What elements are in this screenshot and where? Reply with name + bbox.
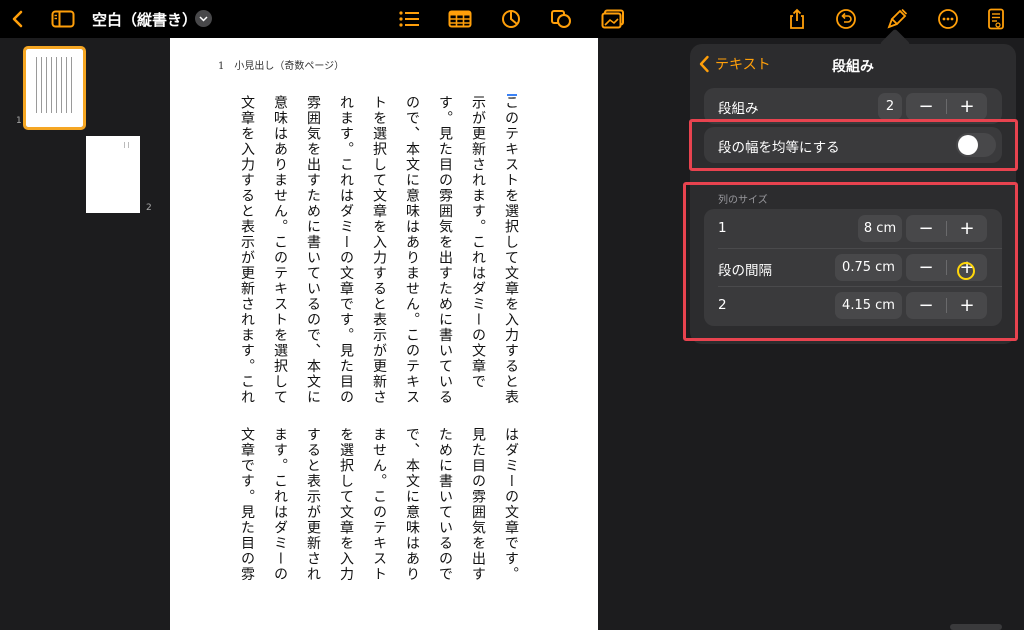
page-number-2: 2 (146, 203, 152, 213)
text-column[interactable]: 見た目の雰囲気を出す (461, 427, 494, 597)
document-page[interactable]: 1 小見出し（奇数ページ） このテキストを選択して文章を入力すると表 示が更新さ… (170, 38, 598, 630)
chevron-left-icon (699, 55, 709, 73)
reader-icon[interactable] (984, 0, 1008, 38)
sidebar-icon[interactable] (50, 0, 76, 38)
popover-title: 段組み (832, 59, 874, 75)
text-column[interactable]: トを選択して文章を入力すると表示が更新さ (362, 95, 395, 407)
shapes-icon[interactable] (548, 0, 574, 38)
page-thumbnail-2[interactable] (86, 136, 140, 213)
text-column[interactable]: れます。これはダミーの文章です。見た目の (329, 95, 362, 407)
text-column[interactable]: ために書いているので (428, 427, 461, 597)
page-thumbnail-sidebar: 1 2 (0, 38, 170, 630)
list-icon[interactable] (396, 0, 422, 38)
text-column[interactable]: 意味はありません。このテキストを選択して (263, 95, 296, 407)
back-chevron-icon[interactable] (6, 0, 28, 38)
text-column[interactable]: ので、本文に意味はありません。このテキス (395, 95, 428, 407)
back-label: テキスト (715, 57, 771, 73)
back-to-text-button[interactable]: テキスト (698, 54, 771, 74)
text-column[interactable]: すると表示が更新され (296, 427, 329, 597)
document-title[interactable]: 空白（縦書き） (92, 9, 197, 30)
text-column[interactable]: このテキストを選択して文章を入力すると表 (494, 95, 527, 407)
text-column[interactable]: ます。これはダミーの (263, 427, 296, 597)
text-column[interactable]: で、本文に意味はあり (395, 427, 428, 597)
table-icon[interactable] (447, 0, 473, 38)
page-thumbnail-1[interactable] (23, 46, 86, 130)
increment-button[interactable]: + (947, 93, 987, 120)
text-column[interactable]: ません。このテキスト (362, 427, 395, 597)
undo-icon[interactable] (834, 0, 858, 38)
home-indicator (950, 624, 1002, 630)
toolbar: 空白（縦書き） (0, 0, 1024, 38)
media-icon[interactable] (600, 0, 626, 38)
page-number-1: 1 (16, 116, 22, 126)
columns-count-value[interactable]: 2 (878, 93, 902, 120)
text-column[interactable]: 文章を入力すると表示が更新されます。これ (230, 95, 263, 407)
text-column[interactable]: す。見た目の雰囲気を出すために書いている (428, 95, 461, 407)
decrement-button[interactable]: − (906, 93, 946, 120)
title-menu-chevron-icon[interactable] (195, 10, 212, 27)
text-column[interactable]: 示が更新されます。これはダミーの文章で (461, 95, 494, 407)
columns-count-stepper: − + (906, 93, 987, 120)
highlight-column-sizes (683, 182, 1018, 341)
running-head: 1 小見出し（奇数ページ） (218, 61, 345, 72)
chart-icon[interactable] (498, 0, 524, 38)
text-column[interactable]: はダミーの文章です。 (494, 427, 527, 597)
text-column[interactable]: 文章です。見た目の雰 (230, 427, 263, 597)
highlight-equal-width (689, 119, 1018, 171)
more-icon[interactable] (935, 0, 961, 38)
text-column[interactable]: を選択して文章を入力 (329, 427, 362, 597)
columns-count-label: 段組み (718, 101, 759, 117)
share-icon[interactable] (785, 0, 809, 38)
text-column[interactable]: 雰囲気を出すために書いているので、本文に (296, 95, 329, 407)
